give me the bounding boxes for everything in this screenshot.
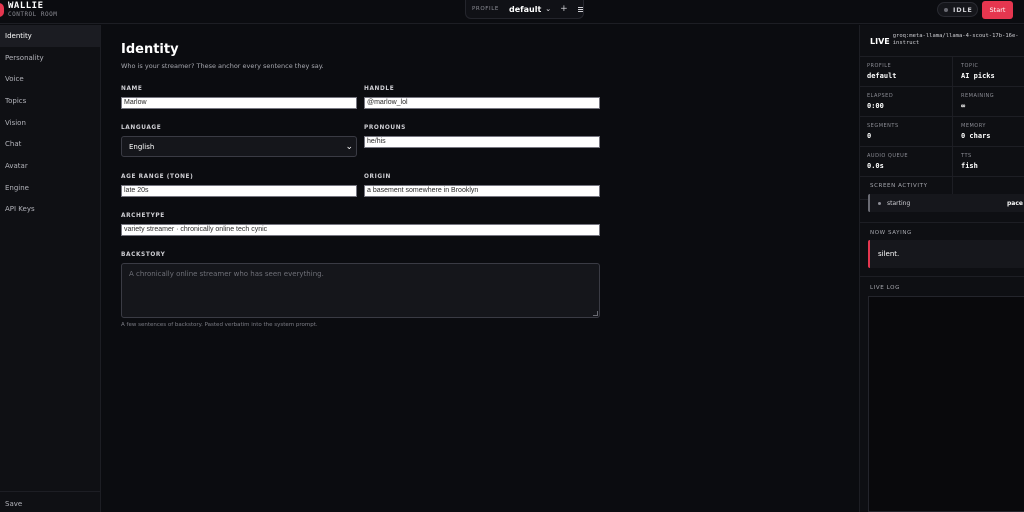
live-panel: LIVE groq:meta-llama/llama-4-scout-17b-1…: [859, 25, 1024, 512]
chevron-down-icon: ⌄: [545, 5, 552, 13]
profile-label: PROFILE: [472, 6, 499, 12]
stat-elapsed: ELAPSED 0:00: [860, 87, 942, 117]
stat-label: TTS: [961, 153, 972, 159]
age-range-field[interactable]: late 20s: [121, 185, 357, 197]
profile-bar: PROFILE default ⌄ +: [465, 0, 584, 19]
backstory-label: BACKSTORY: [121, 252, 166, 258]
stat-value: 0:00: [867, 102, 884, 110]
stats-grid: PROFILE default TOPIC AI picks ELAPSED 0…: [860, 56, 1024, 201]
stat-label: ELAPSED: [867, 93, 894, 99]
stat-value: ∞: [961, 102, 966, 110]
stat-profile: PROFILE default: [860, 57, 942, 87]
sidebar-divider: [0, 491, 100, 492]
sidebar: Identity Personality Voice Topics Vision…: [0, 25, 101, 512]
handle-label: HANDLE: [364, 86, 395, 92]
stat-label: MEMORY: [961, 123, 986, 129]
activity-pace: pace: [1007, 199, 1023, 207]
profile-select[interactable]: default ⌄: [509, 5, 551, 14]
pronouns-field[interactable]: he/his: [364, 136, 600, 148]
stat-memory: MEMORY 0 chars: [954, 117, 1024, 147]
status-text: IDLE: [953, 5, 973, 14]
activity-dot-icon: [878, 201, 881, 205]
activity-state: starting: [887, 199, 911, 207]
stat-value: 0 chars: [961, 132, 991, 140]
stat-label: AUDIO QUEUE: [867, 153, 909, 159]
language-select-value: English: [129, 142, 155, 151]
now-saying-title: NOW SAYING: [870, 230, 912, 236]
brand-subtitle: CONTROL ROOM: [8, 11, 58, 18]
handle-field[interactable]: @marlow_lol: [364, 97, 600, 109]
stat-value: 0.0s: [867, 162, 884, 170]
add-profile-button[interactable]: +: [560, 4, 568, 14]
stat-remaining: REMAINING ∞: [954, 87, 1024, 117]
sidebar-item-voice[interactable]: Voice: [0, 68, 100, 90]
page-title: Identity: [121, 42, 179, 57]
logo-icon: [0, 3, 4, 17]
resize-handle-icon[interactable]: [593, 311, 598, 316]
backstory-textarea[interactable]: A chronically online streamer who has se…: [121, 263, 600, 318]
section-divider: [860, 276, 1024, 277]
language-select[interactable]: English ⌄: [121, 136, 357, 157]
model-name: groq:meta-llama/llama-4-scout-17b-16e-in…: [892, 33, 1019, 46]
stat-label: SEGMENTS: [867, 123, 899, 129]
live-label: LIVE: [870, 37, 890, 46]
status-dot-icon: [944, 7, 948, 12]
sidebar-item-api-keys[interactable]: API Keys: [0, 199, 100, 221]
stats-divider: [952, 57, 953, 201]
stat-value: fish: [961, 162, 978, 170]
stat-label: REMAINING: [961, 93, 995, 99]
status-badge: IDLE: [937, 2, 978, 17]
language-label: LANGUAGE: [121, 125, 162, 131]
archetype-field[interactable]: variety streamer · chronically online te…: [121, 224, 600, 236]
sidebar-item-chat[interactable]: Chat: [0, 133, 100, 155]
sidebar-item-personality[interactable]: Personality: [0, 47, 100, 69]
stat-value: default: [867, 72, 897, 80]
live-log-title: LIVE LOG: [870, 285, 900, 291]
archetype-label: ARCHETYPE: [121, 213, 165, 219]
name-field[interactable]: Marlow: [121, 97, 357, 109]
name-label: NAME: [121, 86, 143, 92]
stat-topic: TOPIC AI picks: [954, 57, 1024, 87]
stat-label: TOPIC: [961, 63, 979, 69]
sidebar-item-avatar[interactable]: Avatar: [0, 155, 100, 177]
sidebar-item-engine[interactable]: Engine: [0, 177, 100, 199]
identity-form: Identity Who is your streamer? These anc…: [101, 25, 858, 512]
origin-label: ORIGIN: [364, 174, 391, 180]
live-header: LIVE groq:meta-llama/llama-4-scout-17b-1…: [870, 33, 1024, 47]
sidebar-item-identity[interactable]: Identity: [0, 25, 100, 47]
section-divider: [860, 222, 1024, 223]
stat-label: PROFILE: [867, 63, 892, 69]
stat-segments: SEGMENTS 0: [860, 117, 942, 147]
chevron-down-icon: ⌄: [345, 142, 353, 152]
top-bar: WALLIE CONTROL ROOM PROFILE default ⌄ + …: [0, 0, 1024, 24]
stat-value: 0: [867, 132, 872, 140]
sidebar-item-vision[interactable]: Vision: [0, 112, 100, 134]
stat-audio-queue: AUDIO QUEUE 0.0s: [860, 147, 942, 177]
stat-tts: TTS fish: [954, 147, 1024, 177]
brand-title: WALLIE: [8, 1, 44, 11]
backstory-hint: A few sentences of backstory. Pasted ver…: [121, 322, 318, 328]
menu-icon[interactable]: [577, 6, 583, 12]
save-button[interactable]: Save: [5, 500, 22, 508]
screen-activity-card: starting pace: [868, 194, 1024, 212]
live-log[interactable]: [868, 296, 1024, 512]
now-saying-card: silent.: [868, 240, 1024, 268]
age-range-label: AGE RANGE (TONE): [121, 174, 194, 180]
page-subtitle: Who is your streamer? These anchor every…: [121, 62, 324, 70]
sidebar-item-topics[interactable]: Topics: [0, 90, 100, 112]
brand: WALLIE CONTROL ROOM: [8, 2, 57, 18]
backstory-placeholder: A chronically online streamer who has se…: [129, 270, 324, 278]
start-button[interactable]: Start: [982, 1, 1013, 19]
profile-select-value: default: [509, 4, 542, 14]
stat-value: AI picks: [961, 72, 995, 80]
screen-activity-title: SCREEN ACTIVITY: [870, 183, 928, 189]
pronouns-label: PRONOUNS: [364, 125, 406, 131]
origin-field[interactable]: a basement somewhere in Brooklyn: [364, 185, 600, 197]
